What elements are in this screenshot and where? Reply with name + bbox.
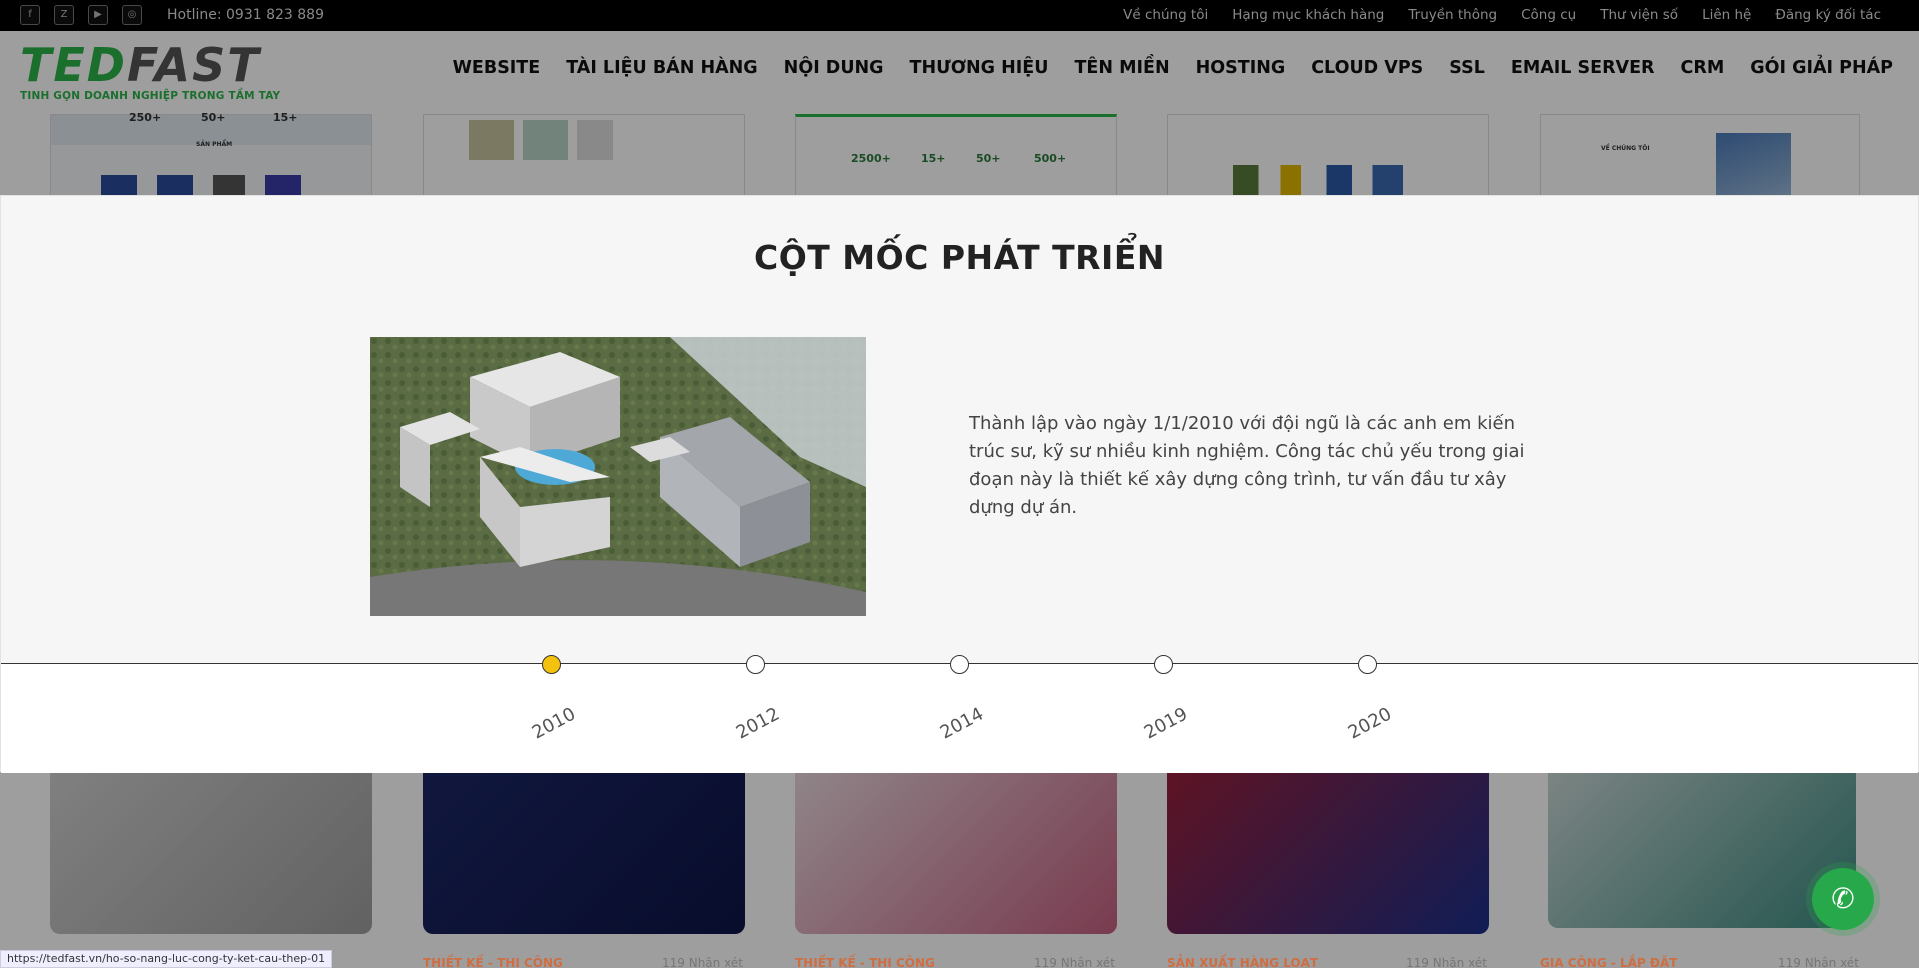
card-category[interactable]: GIA CÔNG - LẮP ĐẶT — [1540, 956, 1677, 968]
timeline-dot-2019[interactable] — [1154, 655, 1173, 674]
modal-title: CỘT MỐC PHÁT TRIỂN — [753, 238, 1165, 277]
card-reviews: 119 Nhận xét — [1406, 956, 1487, 968]
milestone-image — [370, 337, 866, 616]
phone-call-button[interactable]: ✆ — [1812, 868, 1874, 930]
card-reviews: 119 Nhận xét — [662, 956, 743, 968]
card-reviews: 119 Nhận xét — [1778, 956, 1859, 968]
card-category[interactable]: THIẾT KẾ - THI CÔNG — [423, 956, 563, 968]
milestones-modal: CỘT MỐC PHÁT TRIỂN Thành lập vào ngày 1/… — [0, 195, 1919, 773]
timeline-dot-2010[interactable] — [542, 655, 561, 674]
phone-icon: ✆ — [1831, 882, 1855, 915]
timeline-dot-2020[interactable] — [1358, 655, 1377, 674]
timeline-dot-2014[interactable] — [950, 655, 969, 674]
overlay-dim-top — [0, 0, 1919, 114]
card-reviews: 119 Nhận xét — [1034, 956, 1115, 968]
browser-status-url: https://tedfast.vn/ho-so-nang-luc-cong-t… — [0, 950, 333, 968]
card-category[interactable]: THIẾT KẾ - THI CÔNG — [795, 956, 935, 968]
timeline-dot-2012[interactable] — [746, 655, 765, 674]
card-category[interactable]: SẢN XUẤT HÀNG LOẠT — [1167, 956, 1318, 968]
milestone-description: Thành lập vào ngày 1/1/2010 với đội ngũ … — [969, 413, 1525, 518]
